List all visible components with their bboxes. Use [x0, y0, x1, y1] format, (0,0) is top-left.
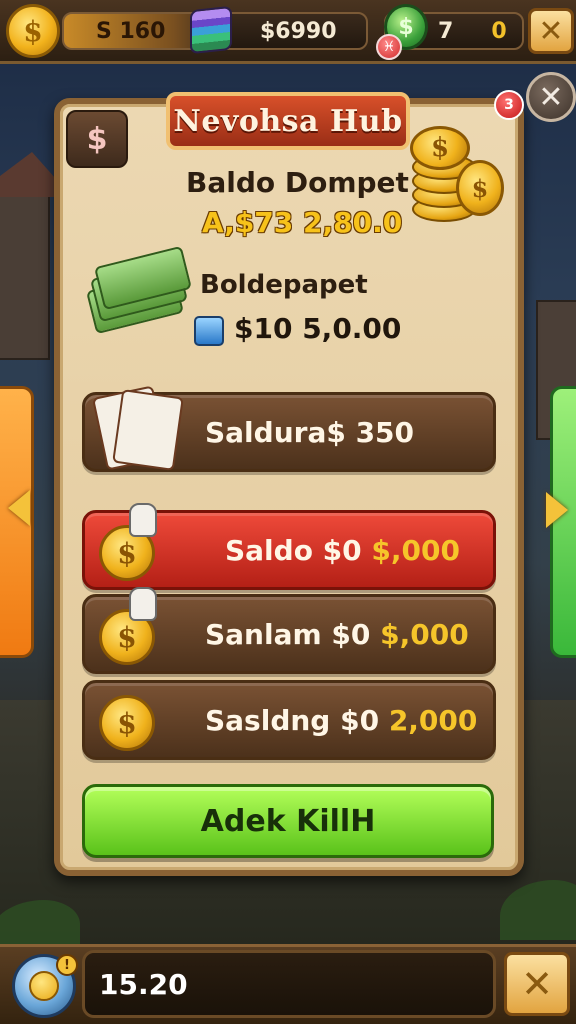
notification-badge: 3: [494, 90, 524, 120]
row-amount: 2,000: [388, 703, 478, 737]
top-close-button[interactable]: ✕: [528, 8, 574, 54]
row-amount: $,000: [371, 533, 460, 567]
dollar-tag-icon: $: [66, 110, 128, 168]
pointing-hand-icon: [129, 587, 157, 621]
left-arrow-icon[interactable]: [8, 490, 30, 526]
panel-title: Nevohsa Hub: [166, 92, 410, 150]
bottom-value-field: 15.20: [82, 950, 496, 1018]
coin-stack-icon: $ $: [408, 126, 508, 222]
secondary-wallet-value: $10 5,0.00: [234, 312, 402, 345]
coins-counter-value: S 160: [96, 18, 166, 44]
balance-row[interactable]: $ Sasldng $0 2,000: [82, 680, 496, 760]
secondary-wallet-label: Boldepapet: [200, 270, 368, 300]
pointing-hand-icon: [129, 503, 157, 537]
dollar-coin-icon[interactable]: $: [6, 4, 60, 58]
right-arrow-icon[interactable]: [546, 492, 568, 528]
cash-bundle-icon: [86, 245, 192, 335]
bonus-badge: !: [56, 954, 78, 976]
wallet-balance: A,$73 2,80.0: [202, 206, 403, 239]
row-label: Sanlam $0 $,000: [205, 617, 469, 651]
row-amount: $,000: [380, 617, 469, 651]
gem-stack-icon: [190, 5, 232, 55]
red-symbol-icon: ♓: [376, 34, 402, 60]
gems-counter-value: $6990: [260, 18, 337, 44]
selected-balance-row[interactable]: $ Saldo $0 $,000: [82, 503, 496, 590]
counter-value-b: 0: [491, 18, 507, 44]
receipt-icon: [91, 383, 184, 471]
background-house-left: [0, 152, 72, 360]
row-label: Saldura$ 350: [205, 415, 415, 449]
dollar-coin-icon: $: [99, 695, 155, 751]
balance-row[interactable]: Saldura$ 350: [82, 385, 496, 472]
row-label: Saldo $0 $,000: [225, 533, 460, 567]
wallet-label: Baldo Dompet: [186, 166, 409, 199]
row-label: Sasldng $0 2,000: [205, 703, 478, 737]
counter-value-a: 7: [438, 18, 454, 44]
bottom-close-button[interactable]: ✕: [504, 952, 570, 1016]
bottom-value: 15.20: [99, 967, 188, 1001]
blue-gem-icon: [194, 316, 224, 346]
panel-close-button[interactable]: ✕: [526, 72, 576, 122]
balance-row[interactable]: $ Sanlam $0 $,000: [82, 587, 496, 674]
primary-action-button[interactable]: Adek KillH: [82, 784, 494, 858]
